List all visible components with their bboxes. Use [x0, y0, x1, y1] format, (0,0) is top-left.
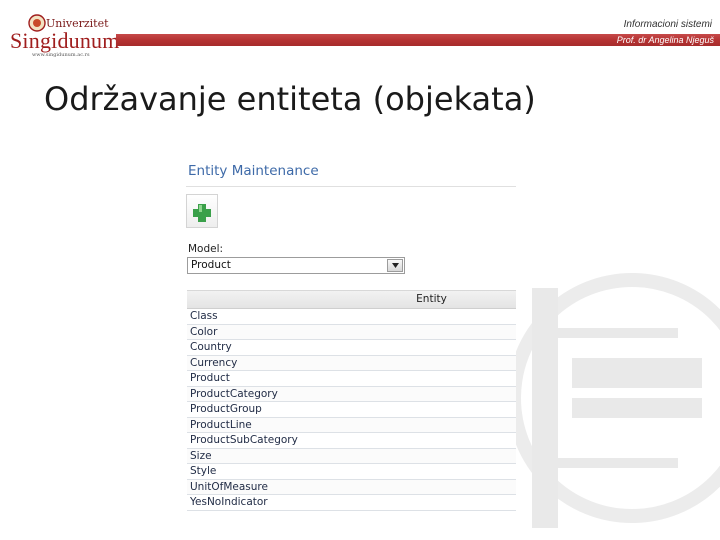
panel-divider — [186, 186, 516, 187]
plus-icon — [193, 204, 211, 222]
model-select-value: Product — [191, 259, 231, 271]
dropdown-button[interactable] — [387, 259, 403, 272]
logo-web: www.singidunum.ac.rs — [32, 52, 90, 58]
logo-name: Singidunum — [10, 28, 120, 53]
model-select[interactable]: Product — [187, 257, 405, 274]
entity-row[interactable]: ProductLine — [187, 417, 516, 433]
entity-row[interactable]: ProductCategory — [187, 386, 516, 402]
panel-title: Entity Maintenance — [188, 163, 319, 179]
entity-row[interactable]: Product — [187, 371, 516, 387]
entity-row[interactable]: ProductSubCategory — [187, 433, 516, 449]
university-logo: Univerzitet Singidunum www.singidunum.ac… — [10, 14, 120, 58]
add-entity-button[interactable] — [186, 194, 218, 228]
chevron-down-icon — [392, 263, 399, 268]
entity-row[interactable]: UnitOfMeasure — [187, 479, 516, 495]
entity-row[interactable]: Class — [187, 309, 516, 325]
model-label: Model: — [188, 243, 224, 255]
entity-row[interactable]: Color — [187, 324, 516, 340]
entity-row[interactable]: Country — [187, 340, 516, 356]
entity-grid: Entity Class Color Country Currency Product P… — [187, 290, 516, 511]
entity-row[interactable]: Style — [187, 464, 516, 480]
slide-title: Održavanje entiteta (objekata) — [44, 80, 536, 118]
author-name: Prof. dr Angelina Njeguš — [616, 35, 714, 45]
entity-row[interactable]: Currency — [187, 355, 516, 371]
entity-row[interactable]: Size — [187, 448, 516, 464]
entity-row[interactable]: YesNoIndicator — [187, 495, 516, 511]
entity-row[interactable]: ProductGroup — [187, 402, 516, 418]
course-title: Informacioni sistemi — [623, 19, 712, 30]
grid-header-entity[interactable]: Entity — [187, 290, 516, 309]
